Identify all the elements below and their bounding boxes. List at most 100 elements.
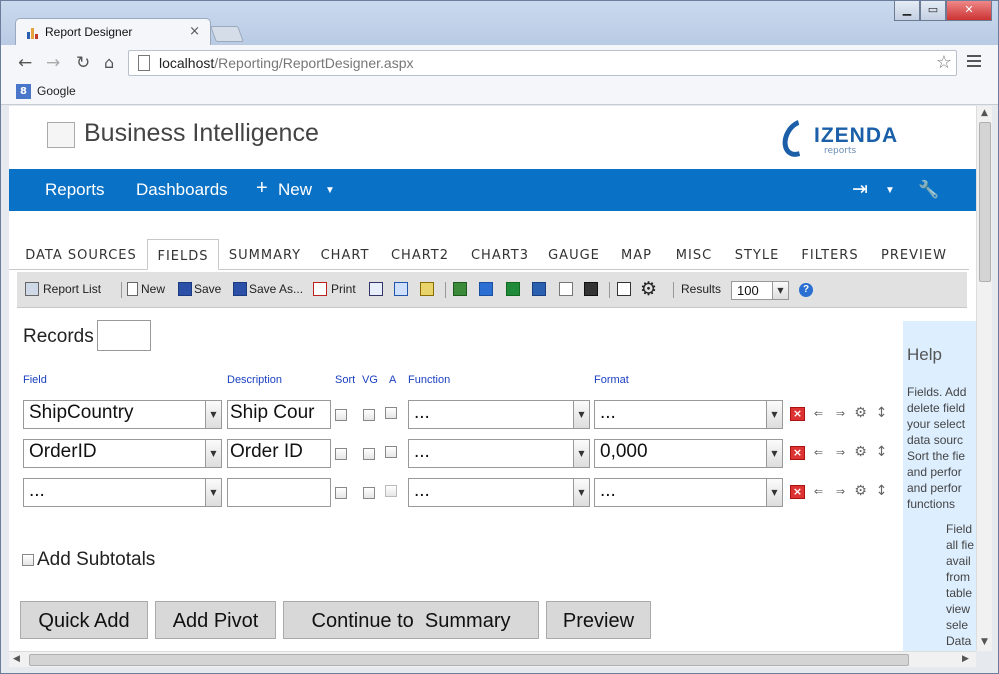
delete-icon[interactable]: × — [790, 485, 805, 499]
horizontal-scrollbar[interactable]: ◀ ▶ — [9, 651, 976, 667]
tab-preview[interactable]: PREVIEW — [875, 239, 953, 270]
org-chart-icon[interactable] — [394, 282, 408, 296]
back-icon[interactable]: ← — [18, 53, 32, 73]
chevron-down-icon[interactable]: ▼ — [885, 185, 895, 196]
move-right-icon[interactable]: ⇒ — [833, 407, 848, 421]
bookmark-star-icon[interactable]: ☆ — [936, 52, 952, 73]
drag-handle-icon[interactable]: ↕ — [874, 406, 889, 420]
vg-checkbox[interactable] — [363, 487, 375, 499]
text-file-icon[interactable] — [559, 282, 573, 296]
a-checkbox[interactable] — [385, 446, 397, 458]
preview-button[interactable]: Preview — [546, 601, 651, 639]
move-right-icon[interactable]: ⇒ — [833, 485, 848, 499]
format-select[interactable]: ... ▼ — [594, 400, 783, 429]
a-checkbox[interactable] — [385, 407, 397, 419]
minimize-button[interactable]: ▁ — [894, 1, 920, 21]
add-pivot-button[interactable]: Add Pivot — [155, 601, 276, 639]
function-select[interactable]: ... ▼ — [408, 478, 590, 507]
chevron-down-icon[interactable]: ▼ — [325, 185, 335, 196]
scroll-thumb[interactable] — [979, 122, 991, 282]
tab-chart3[interactable]: CHART3 — [465, 239, 535, 270]
sort-checkbox[interactable] — [335, 487, 347, 499]
a-checkbox[interactable] — [385, 485, 397, 497]
browser-tab[interactable]: Report Designer × — [15, 18, 211, 46]
maximize-button[interactable]: ▭ — [920, 1, 946, 21]
drag-handle-icon[interactable]: ↕ — [874, 484, 889, 498]
description-input[interactable]: Ship Cour — [227, 400, 331, 429]
results-select[interactable]: 100 ▼ — [731, 281, 789, 300]
records-input[interactable] — [97, 320, 151, 351]
gear-icon[interactable]: ⚙ — [853, 484, 868, 498]
sort-checkbox[interactable] — [335, 409, 347, 421]
help-icon[interactable]: ? — [799, 283, 813, 297]
field-select[interactable]: OrderID ▼ — [23, 439, 222, 468]
sql-icon[interactable] — [420, 282, 434, 296]
tab-chart[interactable]: CHART — [315, 239, 375, 270]
login-icon[interactable]: ⇥ — [852, 178, 868, 201]
excel-icon[interactable] — [506, 282, 520, 296]
tab-map[interactable]: MAP — [614, 239, 659, 270]
scroll-right-icon[interactable]: ▶ — [962, 654, 969, 664]
tab-summary[interactable]: SUMMARY — [225, 239, 305, 270]
description-input[interactable]: Order ID — [227, 439, 331, 468]
description-input[interactable] — [227, 478, 331, 507]
new-button[interactable]: New — [141, 282, 165, 296]
new-tab-button[interactable] — [210, 26, 244, 42]
scroll-up-icon[interactable]: ▲ — [981, 108, 988, 118]
vg-checkbox[interactable] — [363, 409, 375, 421]
email-icon[interactable] — [617, 282, 631, 296]
vg-checkbox[interactable] — [363, 448, 375, 460]
sort-checkbox[interactable] — [335, 448, 347, 460]
continue-summary-button[interactable]: Continue to Summary — [283, 601, 539, 639]
csv-icon[interactable] — [584, 282, 598, 296]
gear-icon[interactable]: ⚙ — [853, 445, 868, 459]
report-list-button[interactable]: Report List — [43, 282, 101, 296]
function-select[interactable]: ... ▼ — [408, 400, 590, 429]
drag-handle-icon[interactable]: ↕ — [874, 445, 889, 459]
field-select[interactable]: ShipCountry ▼ — [23, 400, 222, 429]
address-bar[interactable]: localhost/Reporting/ReportDesigner.aspx … — [128, 50, 957, 76]
html-icon[interactable] — [369, 282, 383, 296]
nav-dashboards[interactable]: Dashboards — [136, 180, 228, 200]
gear-icon[interactable]: ⚙ — [853, 406, 868, 420]
word-icon[interactable] — [532, 282, 546, 296]
menu-icon[interactable] — [967, 55, 981, 70]
move-left-icon[interactable]: ⇐ — [811, 407, 826, 421]
tab-chart2[interactable]: CHART2 — [385, 239, 455, 270]
forward-icon[interactable]: → — [46, 53, 60, 73]
format-select[interactable]: ... ▼ — [594, 478, 783, 507]
tab-fields[interactable]: FIELDS — [147, 239, 219, 270]
scroll-left-icon[interactable]: ◀ — [13, 654, 20, 664]
tab-close-icon[interactable]: × — [189, 24, 200, 39]
edit-icon[interactable] — [479, 282, 493, 296]
add-subtotals-checkbox[interactable] — [22, 554, 34, 566]
delete-icon[interactable]: × — [790, 446, 805, 460]
save-button[interactable]: Save — [194, 282, 221, 296]
save-as-button[interactable]: Save As... — [249, 282, 303, 296]
nav-reports[interactable]: Reports — [45, 180, 105, 200]
nav-new[interactable]: New — [278, 180, 312, 200]
excel-export-icon[interactable] — [453, 282, 467, 296]
tab-gauge[interactable]: GAUGE — [544, 239, 604, 270]
quick-add-button[interactable]: Quick Add — [20, 601, 148, 639]
delete-icon[interactable]: × — [790, 407, 805, 421]
move-right-icon[interactable]: ⇒ — [833, 446, 848, 460]
tab-misc[interactable]: MISC — [669, 239, 719, 270]
move-left-icon[interactable]: ⇐ — [811, 446, 826, 460]
field-select[interactable]: ... ▼ — [23, 478, 222, 507]
print-button[interactable]: Print — [331, 282, 356, 296]
home-icon[interactable]: ⌂ — [104, 53, 114, 72]
scroll-thumb[interactable] — [29, 654, 909, 666]
tab-data-sources[interactable]: DATA SOURCES — [21, 239, 141, 270]
gear-icon[interactable]: ⚙ — [640, 278, 657, 301]
wrench-icon[interactable]: 🔧 — [918, 180, 939, 200]
move-left-icon[interactable]: ⇐ — [811, 485, 826, 499]
vertical-scrollbar[interactable]: ▲ ▼ — [976, 106, 992, 651]
bookmark-google[interactable]: Google — [37, 84, 76, 98]
tab-style[interactable]: STYLE — [729, 239, 785, 270]
function-select[interactable]: ... ▼ — [408, 439, 590, 468]
reload-icon[interactable]: ↻ — [76, 53, 90, 73]
tab-filters[interactable]: FILTERS — [795, 239, 865, 270]
format-select[interactable]: 0,000 ▼ — [594, 439, 783, 468]
scroll-down-icon[interactable]: ▼ — [981, 637, 988, 647]
